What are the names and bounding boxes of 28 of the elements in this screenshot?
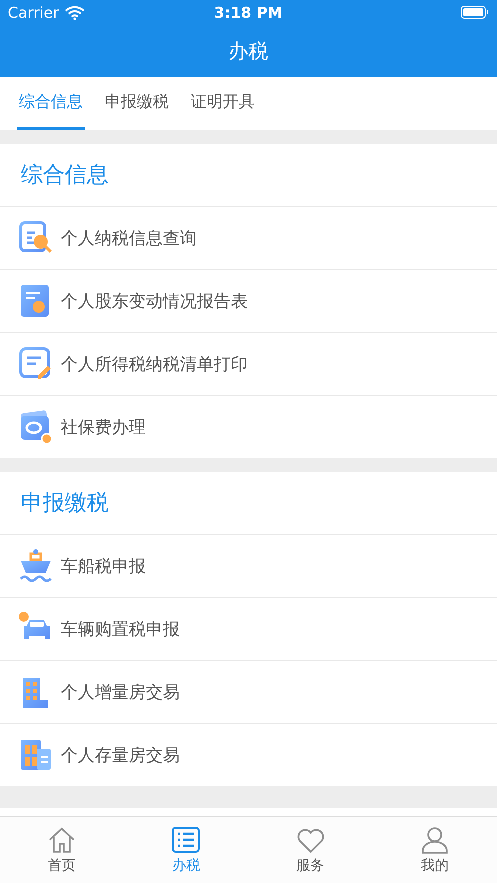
carrier-name: Carrier (8, 4, 60, 22)
list-item[interactable]: 车船税申报 (0, 535, 497, 598)
nav-title: 办税 (228, 38, 268, 64)
list-item[interactable]: 社保费办理 (0, 396, 497, 458)
card-badge-icon (19, 409, 53, 445)
list-item[interactable]: 个人增量房交易 (0, 661, 497, 724)
list-item[interactable]: 个人存量房交易 (0, 724, 497, 786)
document-search-icon (19, 220, 53, 256)
document-pencil-icon (19, 346, 53, 382)
tab-bar-item[interactable]: 首页 (0, 817, 124, 883)
wifi-icon (65, 6, 86, 20)
battery-icon (461, 6, 490, 19)
list-icon (171, 826, 202, 854)
ship-icon (19, 548, 53, 584)
list-item[interactable]: 个人股东变动情况报告表 (0, 270, 497, 333)
section-title: 综合信息 (0, 144, 497, 207)
tab-bar-item[interactable]: 服务 (248, 817, 373, 883)
person-icon (420, 826, 450, 854)
list-item[interactable]: 车辆购置税申报 (0, 598, 497, 661)
tab[interactable]: 申报缴税 (103, 77, 171, 130)
tab-bar-item[interactable]: 我的 (372, 817, 497, 883)
building-icon (19, 737, 53, 773)
tab[interactable]: 证明开具 (189, 77, 257, 130)
status-time: 3:18 PM (214, 4, 283, 22)
section-title: 申报缴税 (0, 472, 497, 535)
home-icon (47, 826, 78, 854)
list-item[interactable]: 个人所得税纳税清单打印 (0, 333, 497, 396)
list-item[interactable]: 个人纳税信息查询 (0, 207, 497, 270)
